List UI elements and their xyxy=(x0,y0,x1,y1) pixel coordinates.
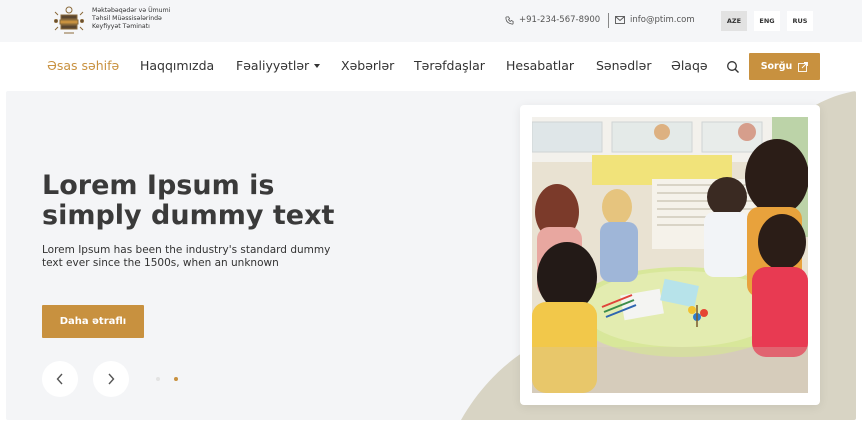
org-name-line: Keyfiyyət Təminatı xyxy=(92,23,150,30)
phone-contact[interactable]: +91-234-567-8900 xyxy=(505,15,600,25)
read-more-button[interactable]: Daha ətraflı xyxy=(42,305,144,338)
org-name-line: Məktəbəqədər və Ümumi xyxy=(92,7,171,14)
hero-description: Lorem Ipsum has been the industry's stan… xyxy=(42,244,331,269)
phone-icon xyxy=(505,15,514,25)
hero-slider: Lorem Ipsum is simply dummy text Lorem I… xyxy=(6,91,856,420)
lang-eng-button[interactable]: ENG xyxy=(754,11,780,31)
nav-item-partners[interactable]: Tərəfdaşlar xyxy=(414,58,485,73)
email-contact[interactable]: info@ptim.com xyxy=(615,15,695,25)
hero-photo xyxy=(532,117,808,393)
chevron-left-icon xyxy=(56,373,63,385)
nav-item-news[interactable]: Xəbərlər xyxy=(341,58,394,73)
mail-icon xyxy=(615,16,625,24)
nav-item-contact[interactable]: Əlaqə xyxy=(671,58,708,73)
slide-dot-1[interactable] xyxy=(156,377,160,381)
org-name-line: Təhsil Müəssisələrində xyxy=(92,15,162,22)
nav-item-reports[interactable]: Hesabatlar xyxy=(506,58,574,73)
caret-down-icon xyxy=(314,63,321,68)
top-bar: Məktəbəqədər və Ümumi Təhsil Müəssisələr… xyxy=(0,0,862,42)
email-address: info@ptim.com xyxy=(630,15,695,25)
contact-divider xyxy=(608,13,609,28)
next-slide-button[interactable] xyxy=(93,361,129,397)
hero-image-card xyxy=(520,105,820,405)
lang-rus-button[interactable]: RUS xyxy=(787,11,813,31)
logo-icon[interactable] xyxy=(52,4,86,38)
nav-item-home[interactable]: Əsas səhifə xyxy=(47,58,119,73)
inquiry-button-label: Sorğu xyxy=(760,61,793,72)
inquiry-button[interactable]: Sorğu xyxy=(749,53,820,80)
slide-dot-2-active[interactable] xyxy=(174,377,178,381)
nav-item-activities-label: Fəaliyyətlər xyxy=(236,58,310,73)
phone-number: +91-234-567-8900 xyxy=(519,15,601,25)
chevron-right-icon xyxy=(108,373,115,385)
nav-item-activities[interactable]: Fəaliyyətlər xyxy=(236,58,321,73)
prev-slide-button[interactable] xyxy=(42,361,78,397)
org-name: Məktəbəqədər və Ümumi Təhsil Müəssisələr… xyxy=(92,7,202,31)
lang-aze-button[interactable]: AZE xyxy=(721,11,747,31)
nav-item-documents[interactable]: Sənədlər xyxy=(596,58,651,73)
external-link-icon xyxy=(798,61,809,72)
hero-title: Lorem Ipsum is simply dummy text xyxy=(42,170,335,231)
search-icon[interactable] xyxy=(726,60,740,74)
nav-item-about[interactable]: Haqqımızda xyxy=(140,58,214,73)
